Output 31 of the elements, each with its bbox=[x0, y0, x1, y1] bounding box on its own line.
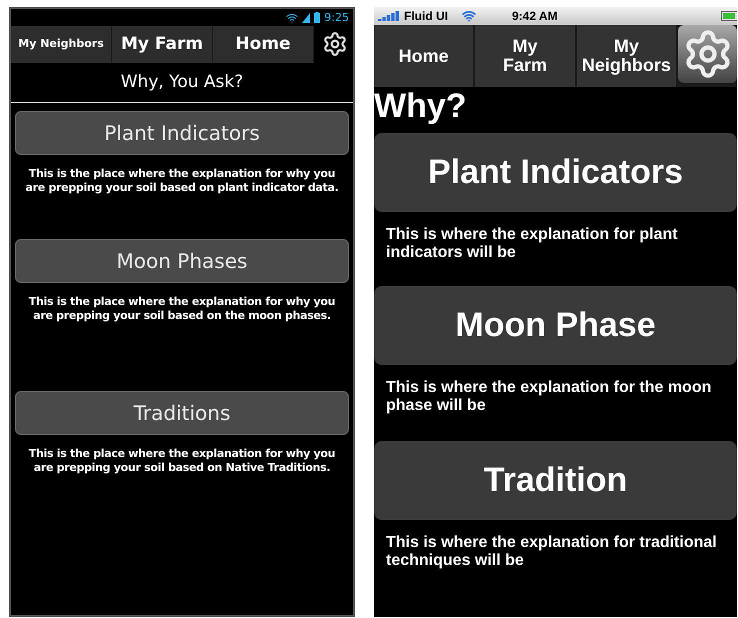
section-description: This is the place where the explanation for why you are prepping your soil based on plant indicator data. bbox=[24, 167, 340, 195]
section-button[interactable]: Moon Phase bbox=[374, 286, 737, 365]
section-button[interactable]: Traditions bbox=[15, 391, 349, 435]
signal-icon bbox=[378, 11, 400, 21]
section-description: This is where the explanation for the moon phase will be bbox=[385, 379, 712, 415]
nav-tab[interactable]: Home bbox=[374, 25, 474, 87]
section-button[interactable]: Plant Indicators bbox=[374, 133, 737, 212]
section-button[interactable]: Plant Indicators bbox=[15, 111, 349, 155]
section-description: This is where the explanation for traditional techniques will be bbox=[385, 534, 718, 570]
nav-tab[interactable]: My Farm bbox=[475, 25, 575, 87]
battery-icon bbox=[314, 12, 320, 23]
wifi-icon bbox=[286, 12, 298, 24]
settings-icon[interactable] bbox=[322, 31, 348, 57]
page-title: Why, You Ask? bbox=[11, 63, 353, 103]
section-description: This is the place where the explanation for why you are prepping your soil based on the moon phases. bbox=[28, 295, 336, 323]
nav-tab[interactable]: Home bbox=[213, 26, 314, 63]
section-description: This is where the explanation for plant indicators will be bbox=[385, 226, 679, 262]
section-button[interactable]: Tradition bbox=[374, 441, 737, 520]
status-time: 9:25 bbox=[324, 12, 349, 23]
battery-icon bbox=[721, 11, 737, 21]
nav-tab[interactable]: My Neighbors bbox=[576, 25, 676, 87]
settings-icon[interactable] bbox=[678, 25, 737, 83]
signal-icon bbox=[302, 12, 310, 22]
wifi-icon bbox=[462, 9, 476, 23]
nav-tab[interactable]: My Neighbors bbox=[11, 26, 112, 63]
section-description: This is the place where the explanation for why you are prepping your soil based on Native Traditions. bbox=[28, 447, 336, 475]
section-button[interactable]: Moon Phases bbox=[15, 239, 349, 283]
carrier-name: Fluid UI bbox=[404, 8, 448, 25]
nav-tab[interactable]: My Farm bbox=[112, 26, 213, 63]
status-time: 9:42 AM bbox=[512, 8, 558, 25]
page-title: Why? bbox=[374, 87, 468, 125]
